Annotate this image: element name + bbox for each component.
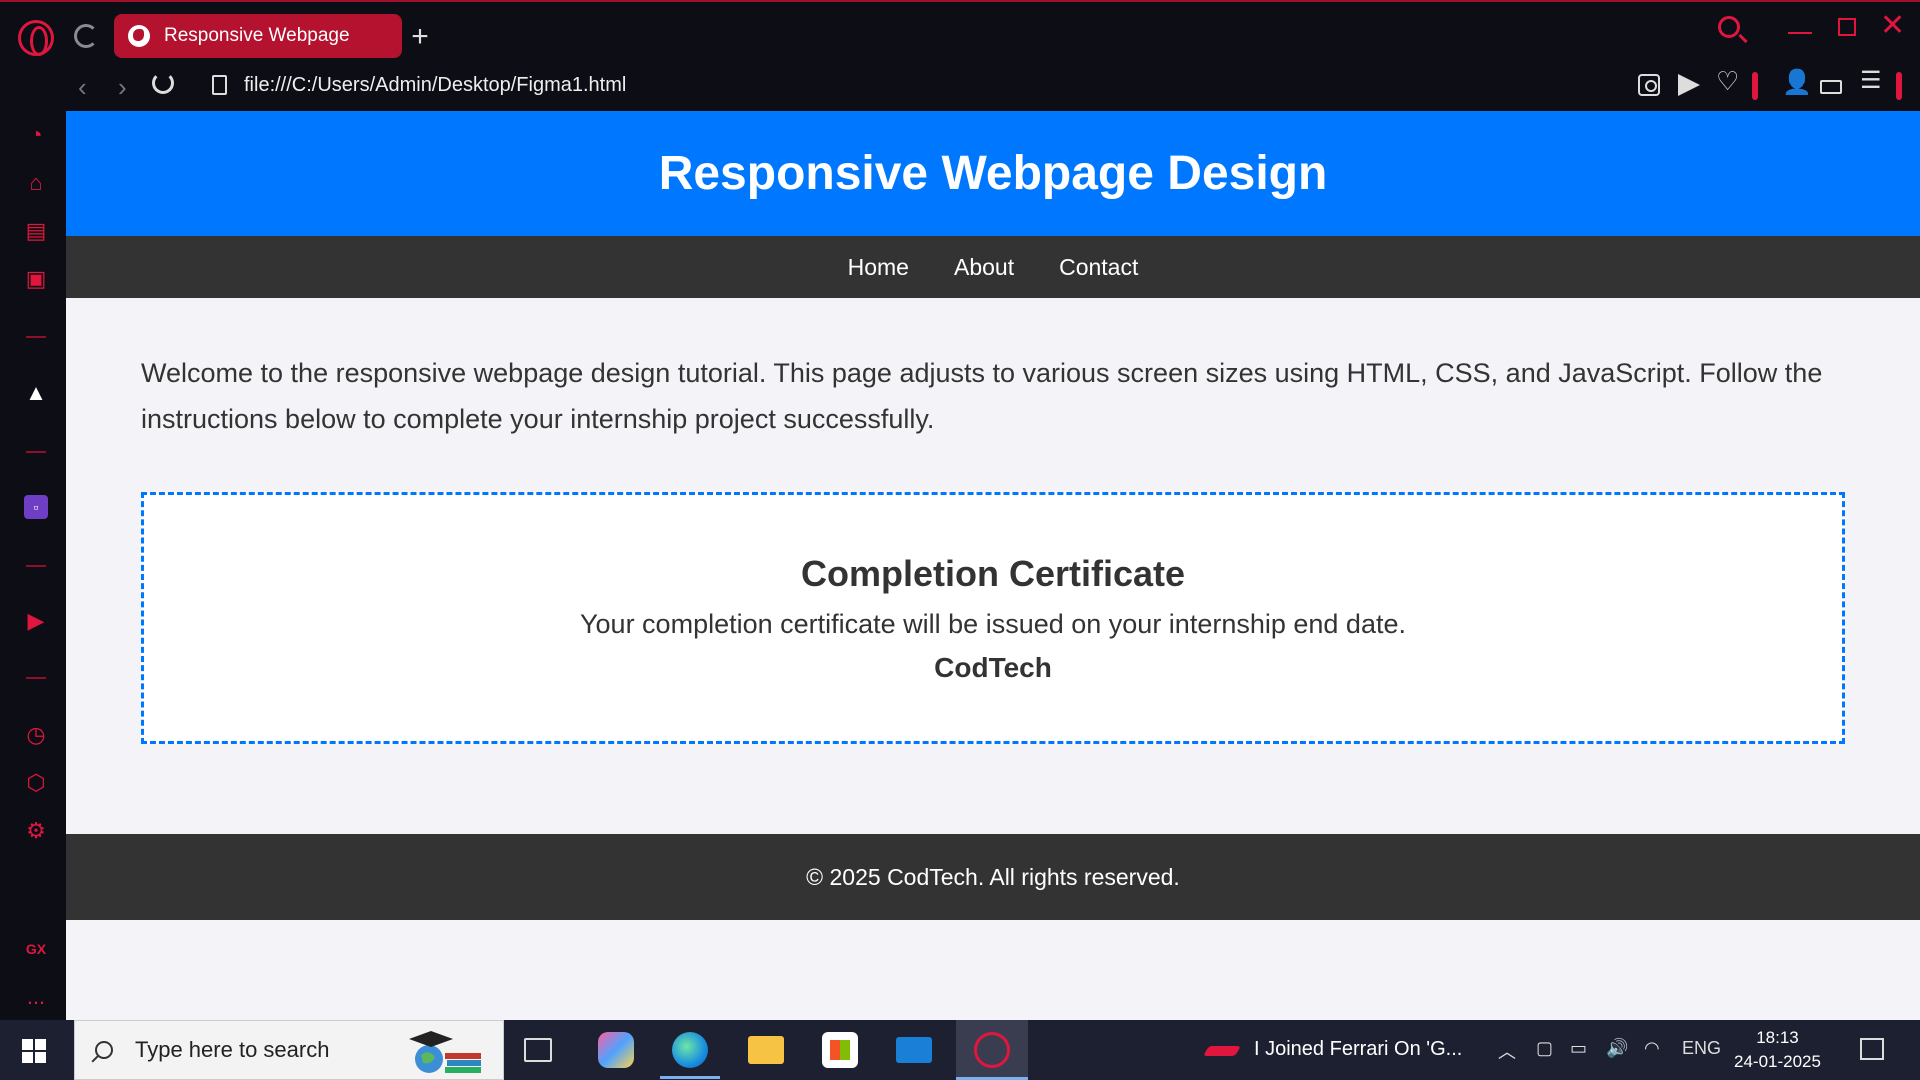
opera-gx-icon xyxy=(974,1032,1010,1068)
taskbar-search-input[interactable]: Type here to search xyxy=(74,1020,504,1080)
f1-news-icon[interactable] xyxy=(1203,1046,1241,1056)
edge-active-indicator xyxy=(660,1076,720,1079)
mail-icon[interactable] xyxy=(896,1037,932,1063)
certificate-heading: Completion Certificate xyxy=(800,552,1186,594)
search-placeholder: Type here to search xyxy=(135,1037,330,1062)
forward-arrow-icon[interactable]: › xyxy=(118,72,127,103)
extensions-icon[interactable]: ⬡ xyxy=(24,771,48,795)
clock-date: 24-01-2025 xyxy=(1734,1052,1821,1071)
search-icon xyxy=(95,1041,113,1059)
twitch-icon[interactable]: ▫ xyxy=(24,495,48,519)
easy-setup-menu-icon[interactable]: ☰ xyxy=(1860,66,1882,94)
memory-limiter-icon[interactable]: ▣ xyxy=(24,267,48,291)
wifi-icon[interactable]: ◠ xyxy=(1644,1038,1660,1059)
globe-icon xyxy=(128,25,150,47)
snapshot-camera-icon[interactable] xyxy=(1638,74,1660,96)
clock-time: 18:13 xyxy=(1756,1028,1799,1047)
tab-responsive-webpage[interactable]: Responsive Webpage xyxy=(114,14,402,58)
gx-control-icon[interactable]: ▤ xyxy=(24,219,48,243)
maximize-button[interactable] xyxy=(1838,18,1856,36)
close-button[interactable]: ✕ xyxy=(1880,8,1905,43)
more-options-icon[interactable]: ... xyxy=(24,985,48,1009)
site-nav: Home About Contact xyxy=(66,236,1920,298)
gx-control-bar xyxy=(1752,72,1758,100)
nav-about-link[interactable]: About xyxy=(954,254,1014,281)
main-content: Welcome to the responsive webpage design… xyxy=(66,298,1920,744)
sidebar-divider xyxy=(26,336,46,338)
sidebar-divider xyxy=(26,565,46,567)
sidebar: ◔ ⌂ ▤ ▣ ▲ ▫ ▶ ◷ ⬡ ⚙ GX ... xyxy=(0,111,66,1020)
sidebar-divider xyxy=(26,677,46,679)
opera-gx-taskbar-button[interactable] xyxy=(956,1020,1028,1080)
show-hidden-icons-chevron-icon[interactable]: ︿ xyxy=(1498,1038,1516,1064)
taskbar-clock[interactable]: 18:13 24-01-2025 xyxy=(1734,1026,1821,1074)
sidebar-divider xyxy=(26,451,46,453)
file-explorer-icon[interactable] xyxy=(748,1036,784,1064)
edge-browser-icon[interactable] xyxy=(672,1032,708,1068)
history-icon[interactable]: ◷ xyxy=(24,723,48,747)
copilot-icon[interactable] xyxy=(598,1032,634,1068)
taskbar: Type here to search I Joined Ferrari On … xyxy=(0,1020,1920,1080)
site-header: Responsive Webpage Design xyxy=(66,111,1920,236)
gx-corner-icon[interactable]: GX xyxy=(24,937,48,961)
volume-icon[interactable]: 🔊 xyxy=(1606,1038,1628,1059)
page-icon xyxy=(212,75,227,95)
back-arrow-icon[interactable]: ‹ xyxy=(78,72,87,103)
page-viewport: Responsive Webpage Design Home About Con… xyxy=(66,111,1920,1020)
address-bar[interactable]: file:///C:/Users/Admin/Desktop/Figma1.ht… xyxy=(244,74,626,97)
search-tabs-icon[interactable] xyxy=(1718,16,1740,38)
tab-title: Responsive Webpage xyxy=(164,25,350,46)
user-icon[interactable]: 👤 xyxy=(1782,68,1812,96)
intro-text: Welcome to the responsive webpage design… xyxy=(141,358,1823,434)
minimize-button[interactable] xyxy=(1788,32,1812,34)
task-view-icon[interactable] xyxy=(524,1038,552,1062)
windows-start-icon[interactable] xyxy=(22,1039,46,1063)
speed-dial-icon[interactable]: ◔ xyxy=(24,123,48,147)
meet-now-icon[interactable]: ▢ xyxy=(1536,1038,1553,1059)
send-icon[interactable] xyxy=(1678,74,1700,96)
nav-contact-link[interactable]: Contact xyxy=(1059,254,1138,281)
settings-gear-icon[interactable]: ⚙ xyxy=(24,819,48,843)
language-indicator[interactable]: ENG xyxy=(1682,1038,1721,1059)
news-widget-text[interactable]: I Joined Ferrari On 'G... xyxy=(1254,1038,1462,1061)
battery-icon[interactable]: ▭ xyxy=(1570,1038,1587,1059)
microsoft-store-icon[interactable] xyxy=(822,1032,858,1068)
certificate-message: Your completion certificate will be issu… xyxy=(580,608,1406,639)
battery-saver-icon[interactable] xyxy=(1820,80,1842,94)
browser-chrome: Responsive Webpage + ✕ ‹ › file:///C:/Us… xyxy=(0,0,1920,111)
gx-cleaner-icon[interactable]: ⌂ xyxy=(24,171,48,195)
heart-icon[interactable]: ♡ xyxy=(1716,66,1739,96)
new-tab-button[interactable]: + xyxy=(406,22,434,52)
graduation-globe-icon xyxy=(409,1031,481,1073)
page-title: Responsive Webpage Design xyxy=(658,147,1328,200)
loading-icon xyxy=(74,24,98,48)
footer-copyright: © 2025 CodTech. All rights reserved. xyxy=(806,863,1180,890)
player-icon[interactable]: ▶ xyxy=(24,609,48,633)
site-footer: © 2025 CodTech. All rights reserved. xyxy=(66,834,1920,920)
nav-home-link[interactable]: Home xyxy=(848,254,909,281)
company-name: CodTech xyxy=(934,651,1052,683)
gx-control-bar-right xyxy=(1896,72,1902,100)
opera-menu-icon[interactable] xyxy=(18,20,54,56)
notification-center-icon[interactable] xyxy=(1860,1038,1884,1060)
reload-icon[interactable] xyxy=(152,72,174,94)
aria-icon[interactable]: ▲ xyxy=(24,381,48,405)
certificate-box: Completion Certificate Your completion c… xyxy=(141,492,1845,744)
